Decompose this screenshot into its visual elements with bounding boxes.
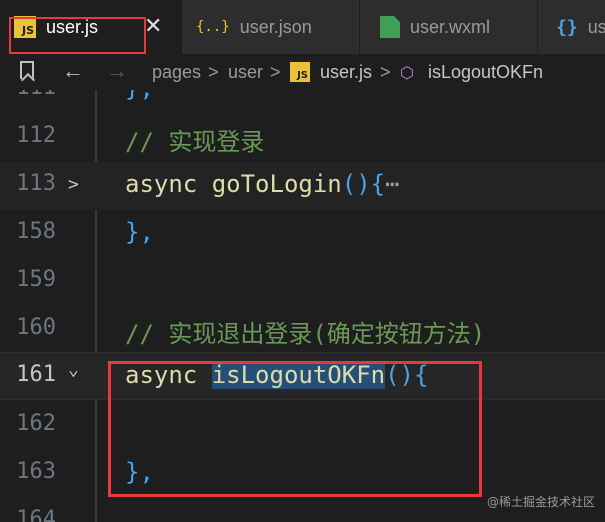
js-file-icon: JS bbox=[290, 62, 310, 82]
back-arrow-icon[interactable]: ← bbox=[62, 58, 84, 84]
code-line[interactable]: 160 // 实现退出登录(确定按钮方法) bbox=[0, 306, 605, 354]
breadcrumb-separator: > bbox=[270, 62, 281, 82]
folded-ellipsis[interactable]: ⋯ bbox=[385, 170, 399, 198]
line-number: 111 bbox=[0, 90, 56, 100]
close-icon[interactable]: ✕ bbox=[144, 16, 162, 38]
code-line[interactable]: 112 // 实现登录 bbox=[0, 114, 605, 162]
code-line[interactable]: 159 bbox=[0, 258, 605, 306]
bookmark-icon[interactable] bbox=[20, 61, 34, 79]
wxml-file-icon bbox=[380, 16, 400, 38]
breadcrumb-item[interactable]: isLogoutOKFn bbox=[428, 62, 543, 83]
braces-file-icon: {} bbox=[556, 16, 578, 38]
breadcrumb-separator: > bbox=[208, 62, 219, 82]
line-number: 162 bbox=[16, 411, 56, 436]
code-comment: // 实现登录 bbox=[125, 128, 265, 156]
line-number: 113 bbox=[16, 171, 56, 196]
code-line-folded[interactable]: 113 > async goToLogin(){⋯ bbox=[0, 162, 605, 210]
watermark: @稀土掘金技术社区 bbox=[486, 495, 595, 509]
line-number: 159 bbox=[16, 267, 56, 292]
tab-user-other[interactable]: {} us bbox=[538, 0, 605, 54]
forward-arrow-icon[interactable]: → bbox=[106, 58, 128, 84]
line-number: 158 bbox=[16, 219, 56, 244]
code-text: }, bbox=[125, 218, 154, 246]
highlight-box-code bbox=[108, 361, 482, 497]
line-number: 112 bbox=[16, 123, 56, 148]
tab-user-json[interactable]: {..} user.json bbox=[182, 0, 360, 54]
breadcrumb-item[interactable]: user.js bbox=[320, 62, 372, 83]
tab-label: user.json bbox=[239, 16, 312, 37]
breadcrumb-item[interactable]: user bbox=[228, 62, 263, 83]
code-keyword: async bbox=[125, 170, 198, 198]
tab-bar: JS user.js {..} user.json user.wxml {} u… bbox=[0, 0, 605, 54]
method-symbol-icon: ⬡ bbox=[400, 65, 414, 82]
tab-label: user.wxml bbox=[410, 16, 491, 37]
line-number: 164 bbox=[16, 507, 56, 522]
json-file-icon: {..} bbox=[196, 19, 230, 35]
code-punctuation: (){ bbox=[341, 170, 386, 198]
line-number: 160 bbox=[16, 315, 56, 340]
tab-user-wxml[interactable]: user.wxml bbox=[360, 0, 538, 54]
line-number: 163 bbox=[16, 459, 56, 484]
code-line[interactable]: 111 }, bbox=[0, 90, 605, 114]
code-text: async goToLogin(){⋯ bbox=[125, 170, 400, 198]
line-number: 161 bbox=[16, 362, 56, 387]
breadcrumb-item[interactable]: pages bbox=[152, 62, 201, 83]
breadcrumb-separator: > bbox=[380, 62, 391, 82]
code-function-name: goToLogin bbox=[211, 170, 342, 198]
breadcrumb: ← → pages > user > JS user.js > ⬡ isLogo… bbox=[0, 54, 605, 90]
chevron-right-icon[interactable]: > bbox=[68, 174, 79, 195]
highlight-box-tab bbox=[9, 17, 146, 54]
tab-label: us bbox=[587, 16, 605, 37]
code-text: }, bbox=[125, 90, 154, 102]
chevron-down-icon[interactable]: ⌄ bbox=[68, 359, 79, 380]
code-comment: // 实现退出登录(确定按钮方法) bbox=[125, 320, 486, 348]
code-line[interactable]: 158 }, bbox=[0, 210, 605, 258]
